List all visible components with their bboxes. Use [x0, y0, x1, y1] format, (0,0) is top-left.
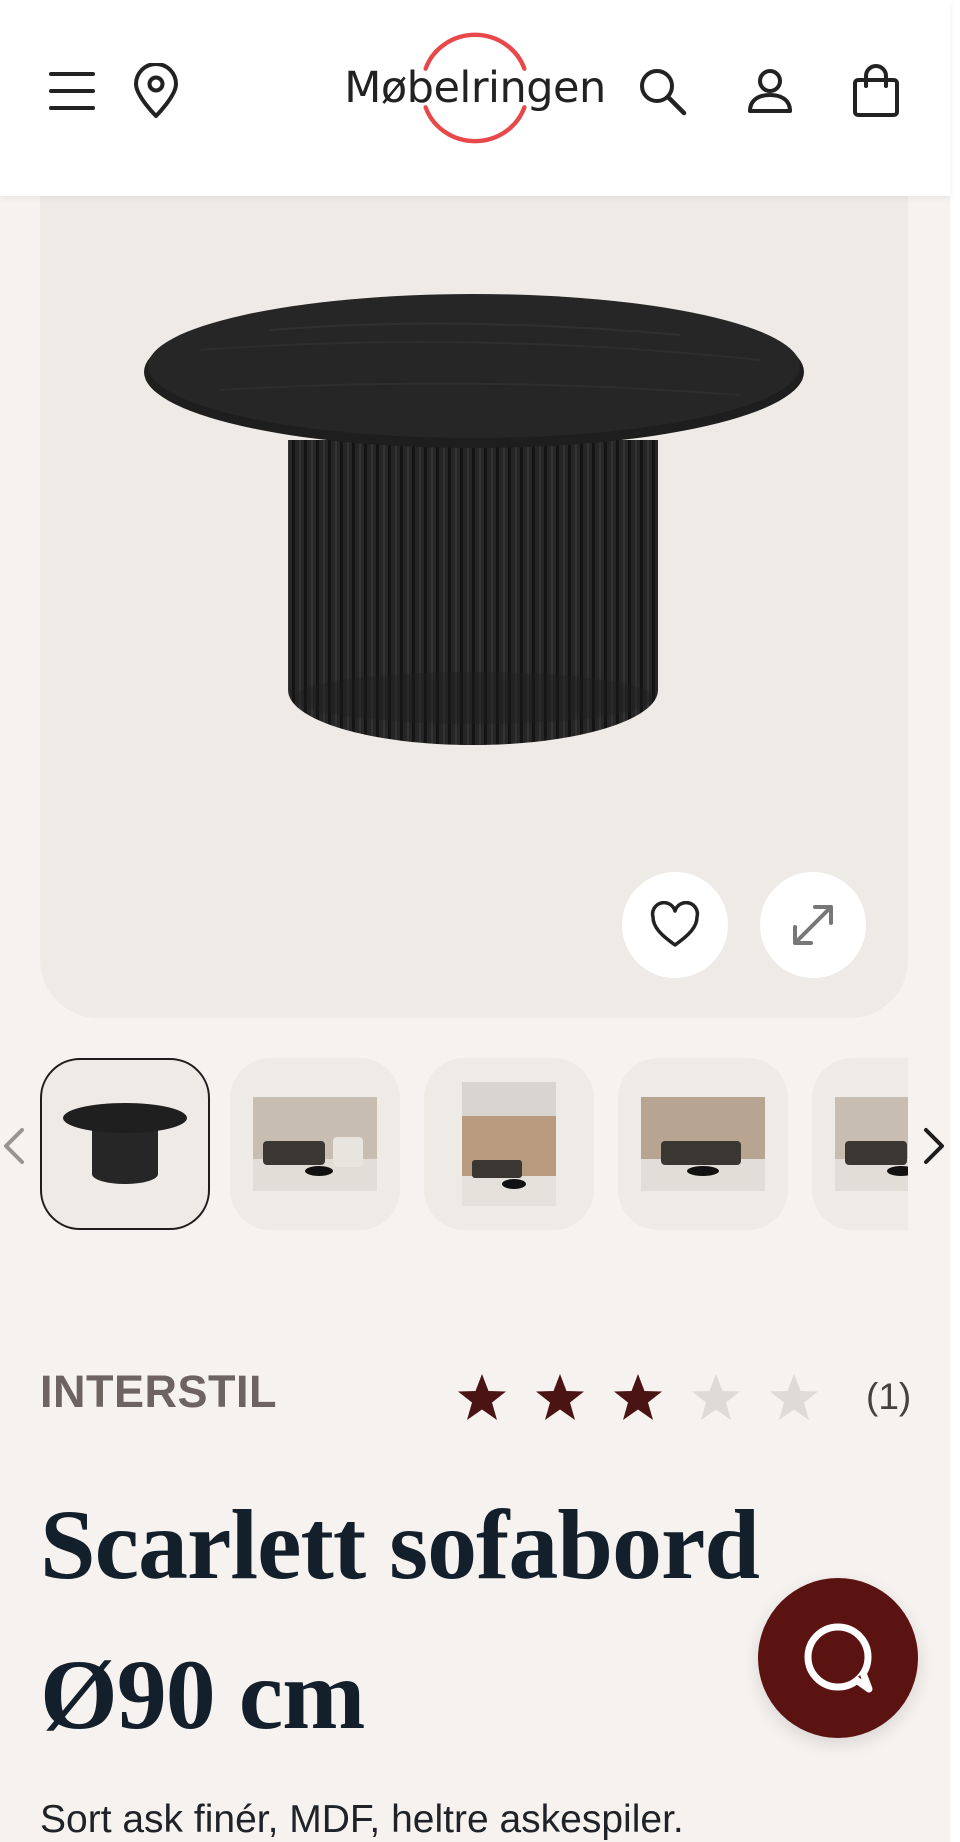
expand-arrows-icon: [793, 905, 833, 945]
thumbnail-room-2[interactable]: [424, 1058, 594, 1230]
brand-logo[interactable]: Møbelringen: [340, 25, 610, 155]
product-brand[interactable]: INTERSTIL: [40, 1366, 277, 1418]
thumb-room-image: [835, 1097, 908, 1191]
star-filled-icon: [614, 1374, 662, 1420]
account-button[interactable]: [734, 55, 806, 127]
product-title: Scarlett sofabord Ø90 cm: [40, 1489, 760, 1750]
product-description: Sort ask finér, MDF, heltre askespiler.: [40, 1798, 684, 1841]
chevron-left-icon: [4, 1128, 24, 1164]
thumb-room-image: [641, 1097, 765, 1191]
thumbnail-product[interactable]: [40, 1058, 210, 1230]
store-locator-button[interactable]: [120, 55, 192, 127]
star-empty-icon: [692, 1374, 740, 1420]
thumb-room-image: [253, 1097, 377, 1191]
thumb-table-image: [63, 1103, 187, 1184]
carousel-next-button[interactable]: [916, 1118, 952, 1174]
star-filled-icon: [458, 1374, 506, 1420]
user-icon: [748, 69, 792, 113]
shopping-bag-icon: [853, 64, 899, 117]
favorite-button[interactable]: [622, 872, 728, 978]
rating-stars[interactable]: [455, 1370, 845, 1426]
page-edge: [950, 0, 960, 1842]
thumbnail-carousel: [0, 1058, 950, 1233]
thumbnail-list: [40, 1058, 908, 1233]
thumbnail-room-1[interactable]: [230, 1058, 400, 1230]
brand-name: Møbelringen: [344, 63, 606, 113]
search-button[interactable]: [626, 55, 698, 127]
hamburger-menu-icon: [49, 72, 95, 110]
site-header: Møbelringen: [0, 0, 950, 196]
carousel-prev-button[interactable]: [0, 1118, 32, 1174]
heart-icon: [650, 901, 700, 947]
chevron-right-icon: [924, 1128, 944, 1164]
thumbnail-room-3[interactable]: [618, 1058, 788, 1230]
menu-button[interactable]: [36, 55, 108, 127]
map-pin-icon: [134, 63, 178, 118]
chat-button[interactable]: [758, 1578, 918, 1738]
star-filled-icon: [536, 1374, 584, 1420]
cart-button[interactable]: [840, 55, 912, 127]
chat-bubble-icon: [804, 1623, 873, 1693]
review-count[interactable]: (1): [866, 1376, 911, 1418]
thumbnail-room-4[interactable]: [812, 1058, 908, 1230]
thumb-room-image: [462, 1082, 556, 1206]
product-image-main[interactable]: [40, 150, 908, 1018]
expand-image-button[interactable]: [760, 872, 866, 978]
search-icon: [640, 69, 687, 116]
star-empty-icon: [770, 1374, 818, 1420]
